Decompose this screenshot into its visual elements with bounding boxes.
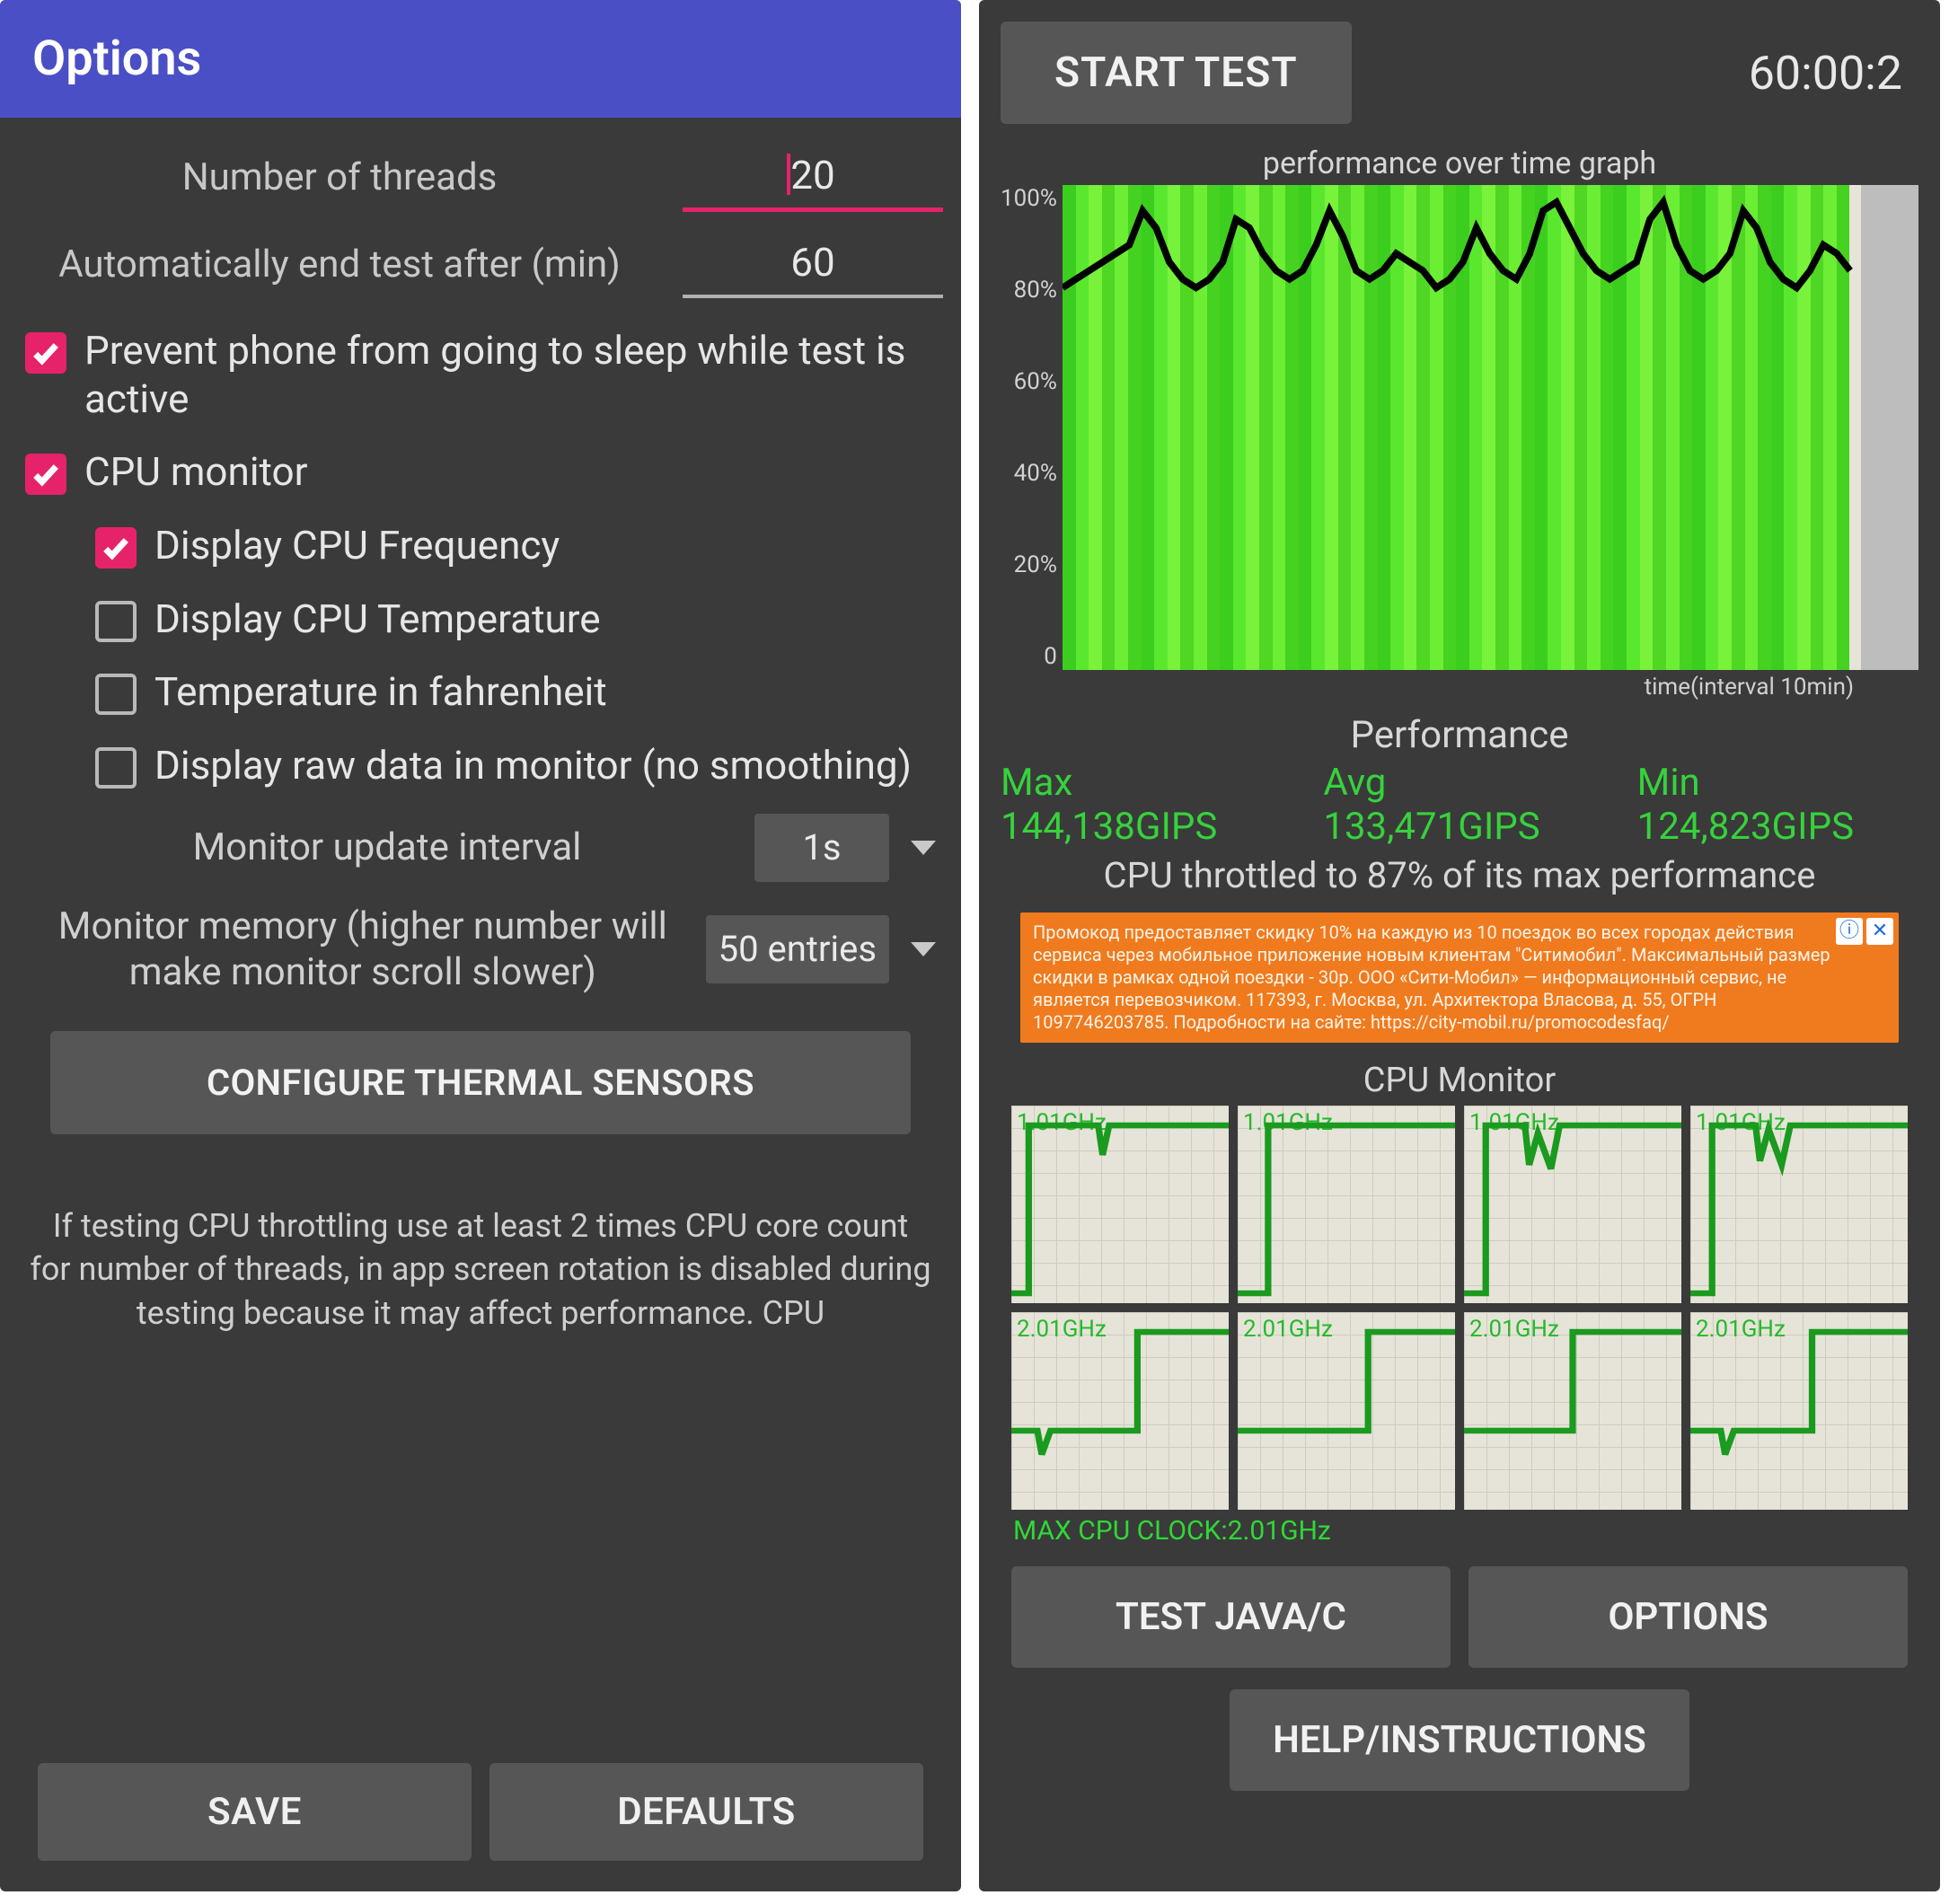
fahrenheit-label: Temperature in fahrenheit (154, 668, 607, 717)
ad-text: Промокод предоставляет скидку 10% на каж… (1033, 921, 1830, 1033)
display-freq-label: Display CPU Frequency (154, 522, 560, 570)
interval-label: Monitor update interval (36, 824, 738, 870)
end-after-row: Automatically end test after (min) 60 (18, 232, 943, 298)
cpu-monitor-title: CPU Monitor (1001, 1061, 1918, 1100)
timer-display: 60:00:2 (1388, 46, 1918, 101)
checkbox-icon (95, 674, 137, 715)
display-freq-checkbox[interactable]: Display CPU Frequency (18, 513, 943, 579)
action-row: TEST JAVA/C OPTIONS (1001, 1556, 1918, 1679)
cpu-monitor-grid: 1.01GHz1.01GHz1.01GHz1.01GHz2.01GHz2.01G… (1001, 1100, 1918, 1512)
display-temp-checkbox[interactable]: Display CPU Temperature (18, 586, 943, 653)
memory-row: Monitor memory (higher number will make … (18, 896, 943, 1002)
interval-row: Monitor update interval 1s (18, 807, 943, 889)
display-temp-label: Display CPU Temperature (154, 595, 601, 644)
checkbox-icon (95, 527, 137, 569)
ad-close-icon[interactable]: ✕ (1866, 918, 1893, 945)
options-form: Number of threads 20 Automatically end t… (0, 118, 961, 1891)
threads-label: Number of threads (18, 154, 661, 202)
y-tick: 0 (1001, 643, 1057, 670)
checkbox-icon (25, 454, 66, 495)
results-panel: START TEST 60:00:2 performance over time… (979, 0, 1940, 1891)
save-button[interactable]: SAVE (38, 1763, 472, 1861)
cpu-core-cell: 2.01GHz (1690, 1312, 1908, 1510)
max-cpu-clock: MAX CPU CLOCK:2.01GHz (1001, 1512, 1918, 1556)
y-axis: 100% 80% 60% 40% 20% 0 (1001, 185, 1063, 670)
help-row: HELP/INSTRUCTIONS (1001, 1679, 1918, 1802)
options-button[interactable]: OPTIONS (1468, 1566, 1908, 1668)
cpu-core-cell: 1.01GHz (1011, 1106, 1229, 1303)
fahrenheit-checkbox[interactable]: Temperature in fahrenheit (18, 659, 943, 726)
ad-badges: ⓘ ✕ (1836, 918, 1893, 945)
y-tick: 60% (1001, 368, 1057, 395)
y-tick: 20% (1001, 551, 1057, 578)
performance-chart: 100% 80% 60% 40% 20% 0 (1001, 185, 1918, 670)
threads-input[interactable]: 20 (683, 145, 943, 212)
ad-banner[interactable]: Промокод предоставляет скидку 10% на каж… (1020, 912, 1899, 1043)
end-after-input[interactable]: 60 (683, 232, 943, 298)
cpu-core-cell: 2.01GHz (1238, 1312, 1455, 1510)
cpu-monitor-label: CPU monitor (84, 448, 308, 497)
chevron-down-icon (911, 841, 936, 855)
start-test-button[interactable]: START TEST (1001, 22, 1352, 124)
hint-text: If testing CPU throttling use at least 2… (18, 1204, 943, 1335)
cpu-core-cell: 1.01GHz (1690, 1106, 1908, 1303)
defaults-button[interactable]: DEFAULTS (490, 1763, 923, 1861)
chevron-down-icon (911, 942, 936, 956)
memory-select[interactable]: 50 entries (706, 915, 889, 983)
cpu-monitor-checkbox[interactable]: CPU monitor (18, 439, 943, 506)
bottom-buttons: SAVE DEFAULTS (18, 1743, 943, 1881)
cpu-core-cell: 1.01GHz (1238, 1106, 1455, 1303)
y-tick: 80% (1001, 277, 1057, 304)
raw-data-checkbox[interactable]: Display raw data in monitor (no smoothin… (18, 733, 943, 799)
ad-info-icon[interactable]: ⓘ (1836, 918, 1863, 945)
help-button[interactable]: HELP/INSTRUCTIONS (1230, 1689, 1689, 1791)
test-javac-button[interactable]: TEST JAVA/C (1011, 1566, 1451, 1668)
chart-area (1063, 185, 1918, 670)
y-tick: 40% (1001, 460, 1057, 487)
checkbox-icon (95, 601, 137, 642)
raw-data-label: Display raw data in monitor (no smoothin… (154, 742, 912, 790)
cpu-core-cell: 2.01GHz (1464, 1312, 1681, 1510)
interval-select[interactable]: 1s (754, 814, 889, 882)
end-after-label: Automatically end test after (min) (18, 242, 661, 289)
checkbox-icon (95, 747, 137, 789)
cpu-core-cell: 2.01GHz (1011, 1312, 1229, 1510)
chart-title: performance over time graph (1001, 145, 1918, 181)
y-tick: 100% (1001, 185, 1057, 212)
prevent-sleep-label: Prevent phone from going to sleep while … (84, 327, 936, 423)
top-row: START TEST 60:00:2 (1001, 22, 1918, 124)
checkbox-icon (25, 332, 66, 374)
prevent-sleep-checkbox[interactable]: Prevent phone from going to sleep while … (18, 318, 943, 432)
cpu-core-cell: 1.01GHz (1464, 1106, 1681, 1303)
memory-label: Monitor memory (higher number will make … (36, 904, 690, 995)
configure-thermal-button[interactable]: CONFIGURE THERMAL SENSORS (50, 1031, 911, 1134)
options-panel: Options Number of threads 20 Automatical… (0, 0, 961, 1891)
options-title: Options (0, 0, 961, 118)
threads-row: Number of threads 20 (18, 145, 943, 212)
